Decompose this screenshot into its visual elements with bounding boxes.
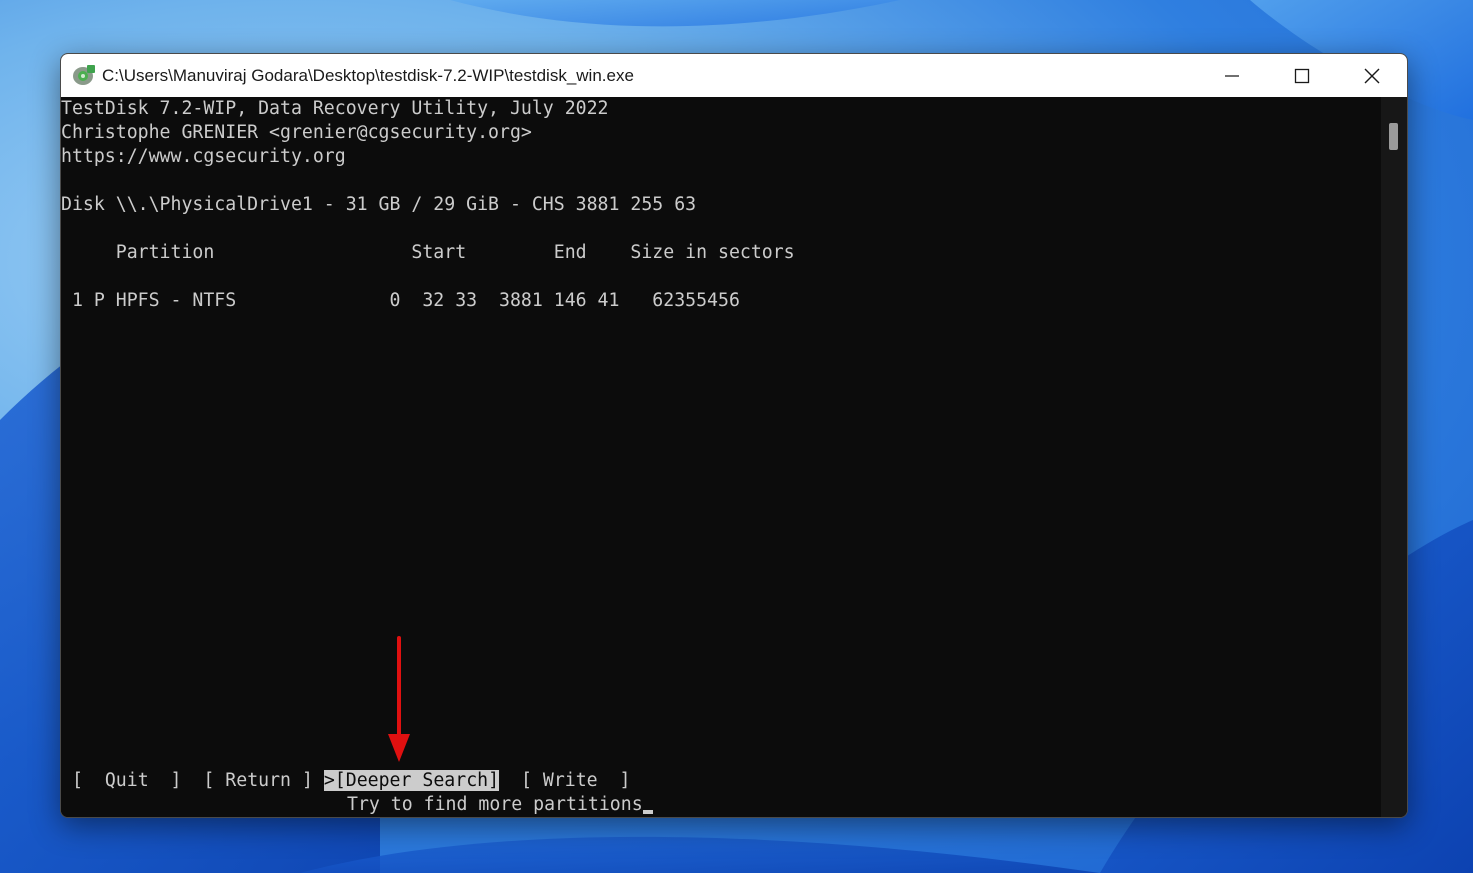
hint-text: Try to find more partitions bbox=[347, 794, 643, 815]
minimize-icon bbox=[1225, 74, 1239, 77]
testdisk-console-window: C:\Users\Manuviraj Godara\Desktop\testdi… bbox=[60, 53, 1408, 818]
write-menu-item[interactable]: [ Write ] bbox=[521, 770, 631, 791]
quit-menu-item[interactable]: [ Quit ] bbox=[72, 770, 182, 791]
window-title: C:\Users\Manuviraj Godara\Desktop\testdi… bbox=[102, 66, 634, 85]
minimize-button[interactable] bbox=[1197, 54, 1267, 97]
deeper-search-menu-item[interactable]: >[Deeper Search] bbox=[323, 770, 500, 791]
terminal-output[interactable]: TestDisk 7.2-WIP, Data Recovery Utility,… bbox=[61, 97, 1381, 817]
title-bar[interactable]: C:\Users\Manuviraj Godara\Desktop\testdi… bbox=[61, 54, 1407, 97]
hint-line: Try to find more partitions bbox=[347, 793, 653, 817]
testdisk-app-icon bbox=[73, 65, 95, 85]
red-arrow-icon bbox=[388, 636, 410, 762]
partition-row[interactable]: 1 P HPFS - NTFS 0 32 33 3881 146 41 6235… bbox=[61, 289, 740, 313]
scrollbar-thumb[interactable] bbox=[1389, 123, 1398, 150]
bottom-menu: [ Quit ] [ Return ] >[Deeper Search] [ W… bbox=[72, 769, 630, 793]
return-menu-item[interactable]: [ Return ] bbox=[203, 770, 313, 791]
maximize-button[interactable] bbox=[1267, 54, 1337, 97]
close-button[interactable] bbox=[1337, 54, 1407, 97]
close-icon bbox=[1364, 68, 1380, 83]
header-title-line: TestDisk 7.2-WIP, Data Recovery Utility,… bbox=[61, 98, 609, 119]
vertical-scrollbar[interactable] bbox=[1381, 97, 1407, 817]
partition-table-header: Partition Start End Size in sectors bbox=[61, 242, 795, 263]
text-cursor bbox=[642, 810, 653, 814]
disk-info-line: Disk \\.\PhysicalDrive1 - 31 GB / 29 GiB… bbox=[61, 194, 697, 215]
header-url-line: https://www.cgsecurity.org bbox=[61, 146, 346, 167]
maximize-icon bbox=[1294, 68, 1310, 83]
header-author-line: Christophe GRENIER <grenier@cgsecurity.o… bbox=[61, 122, 532, 143]
